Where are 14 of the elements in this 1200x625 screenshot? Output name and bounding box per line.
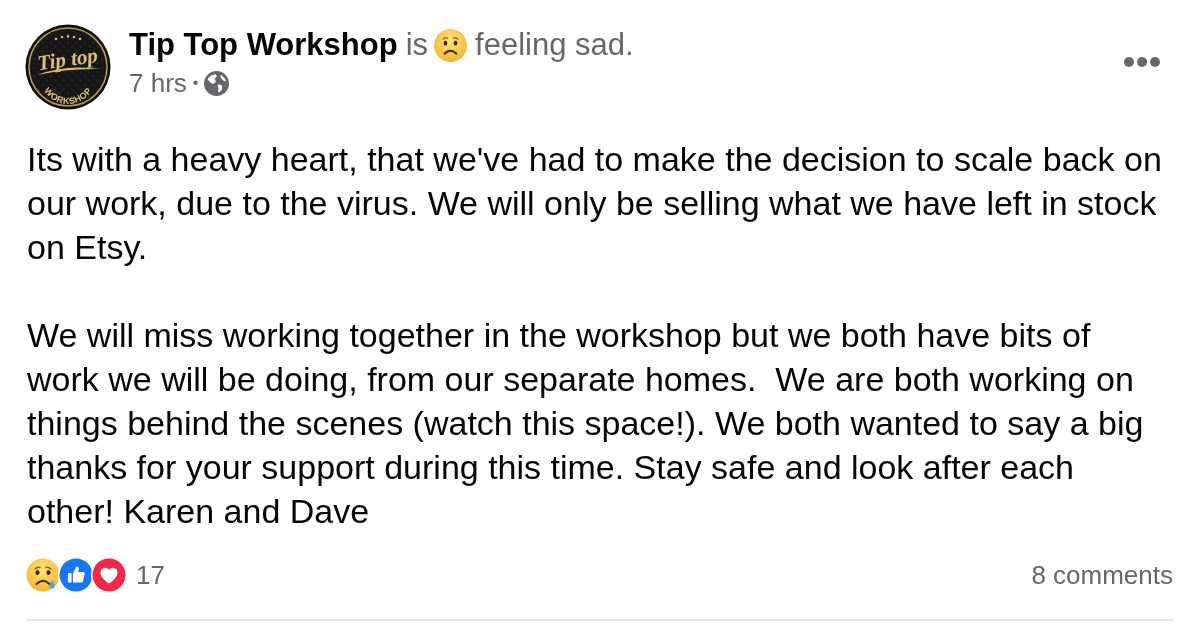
post-paragraph: Its with a heavy heart, that we've had to make the decision to scale back on our work, due to the virus. We will only be selling what we have left in stock on Etsy. bbox=[27, 139, 1163, 268]
more-options-icon[interactable] bbox=[1124, 57, 1160, 67]
reaction-count[interactable]: 17 bbox=[136, 559, 165, 591]
post-paragraph: We will miss working together in the workshop but we both have bits of work we will be doing, from our separate homes. We are both working on things behind the scenes (watch this space!). We both wanted to say a big thanks for your support during this time. Stay safe and look after each other! Karen and Dave bbox=[27, 315, 1145, 532]
comments-link[interactable]: 8 comments bbox=[1031, 559, 1173, 591]
feeling-text: feeling sad. bbox=[475, 25, 634, 64]
separator-text: • bbox=[192, 73, 199, 93]
love-reaction-icon bbox=[91, 557, 127, 593]
sad-reaction-icon bbox=[25, 557, 61, 593]
like-reaction-icon bbox=[58, 557, 94, 593]
globe-icon bbox=[204, 70, 230, 96]
feeling-connector-text: is bbox=[405, 25, 429, 64]
logo-script-text: Tip top bbox=[35, 42, 100, 76]
sad-face-icon bbox=[434, 28, 468, 62]
